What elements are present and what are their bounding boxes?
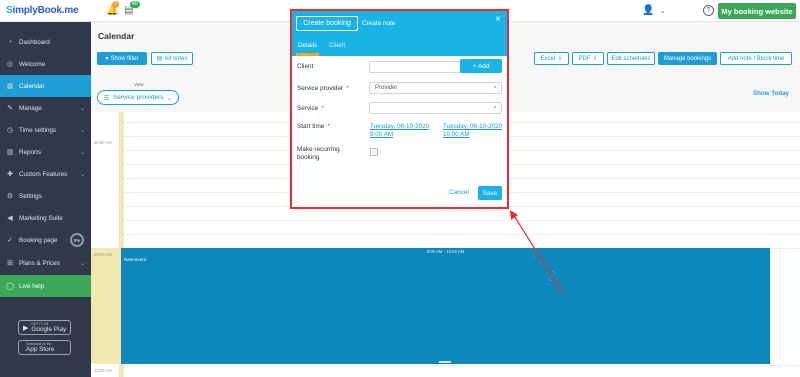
time-label: 10:00 AM <box>94 368 112 373</box>
filter-icon: ▾ <box>105 56 109 62</box>
create-booking-modal: Create booking Create note × Details Cli… <box>290 9 509 209</box>
chevron-down-icon: ⌄ <box>79 105 85 112</box>
tab-details[interactable]: Details <box>298 42 317 49</box>
tab-create-booking[interactable]: Create booking <box>296 16 358 31</box>
add-client-button[interactable]: + Add <box>460 59 502 73</box>
download-icon: ⇩ <box>557 56 563 62</box>
service-provider-select[interactable]: Provider ⌕ <box>369 82 502 94</box>
clock-icon: ◷ <box>6 127 14 134</box>
notes-icon: ▤ <box>156 56 163 62</box>
edit-schedules-button[interactable]: Edit schedules <box>607 52 655 65</box>
manage-bookings-button[interactable]: Manage bookings <box>658 52 717 65</box>
active-tab-indicator <box>296 53 319 56</box>
sidebar-item-custom-features[interactable]: ✚ Custom Features ⌄ <box>0 163 91 185</box>
notifications-badge: 1 <box>112 1 119 8</box>
service-providers-select[interactable]: ☰ Service providers ⌄ <box>97 90 179 105</box>
help-icon[interactable]: ? <box>703 5 714 16</box>
client-label: Client <box>297 63 314 70</box>
my-booking-website-button[interactable]: My booking website <box>718 3 796 19</box>
chevron-down-icon: ⌄ <box>79 149 85 156</box>
app-store-badge[interactable]: Download on the App Store <box>18 340 71 355</box>
search-icon: ⌕ <box>493 84 497 91</box>
google-play-badge[interactable]: ▶ GET IT ON Google Play <box>18 320 71 335</box>
start-time-label: Start time * <box>297 123 330 130</box>
view-label: View <box>134 82 144 87</box>
chat-icon: ◯ <box>6 283 14 290</box>
tab-create-note[interactable]: Create note <box>362 20 395 27</box>
time-label: 08:00 AM <box>94 140 112 145</box>
bell-icon[interactable]: 🔔 1 <box>106 1 119 16</box>
sidebar-item-time-settings[interactable]: ◷ Time settings ⌄ <box>0 119 91 141</box>
calendar-event[interactable]: 9:00 AM - 10:00 AM New event <box>121 248 770 364</box>
tasks-badge: 40 <box>130 1 140 8</box>
sidebar-item-welcome[interactable]: ◎ Welcome <box>0 53 91 75</box>
chevron-down-icon[interactable]: ⌄ <box>660 7 666 15</box>
dashboard-icon: ◔ <box>7 38 13 46</box>
google-play-icon: ▶ <box>23 324 29 332</box>
end-datetime-link[interactable]: Tuesday, 06-10-2020 10:00 AM <box>443 123 502 139</box>
pdf-button[interactable]: PDF ⇩ <box>572 52 604 65</box>
search-icon: ⌕ <box>493 104 497 111</box>
gear-icon: ⚙ <box>6 193 14 200</box>
excel-button[interactable]: Excel ⇩ <box>534 52 569 65</box>
tag-icon: ⊞ <box>7 260 13 267</box>
sidebar-item-calendar[interactable]: ▦ Calendar <box>0 75 91 97</box>
sidebar-item-booking-page[interactable]: ✓ Booking page 0% <box>0 229 91 251</box>
sidebar-item-dashboard[interactable]: ◔ Dashboard <box>0 31 91 53</box>
start-datetime-link[interactable]: Tuesday, 06-10-2020 9:00 AM <box>370 123 429 139</box>
clipboard-icon[interactable]: ▤ 40 <box>124 1 140 16</box>
user-icon[interactable]: 👤 <box>642 5 654 16</box>
service-label: Service * <box>297 105 324 112</box>
sidebar-item-reports[interactable]: ▥ Reports ⌄ <box>0 141 91 163</box>
close-icon[interactable]: × <box>495 14 501 25</box>
download-icon: ⇩ <box>592 56 598 62</box>
event-title: New event <box>124 257 147 262</box>
recurring-checkbox[interactable] <box>370 148 378 156</box>
megaphone-icon: ◀ <box>7 215 13 222</box>
booking-page-progress: 0% <box>70 233 84 247</box>
chevron-down-icon: ⌄ <box>166 94 173 102</box>
all-notes-button[interactable]: ▤ All notes <box>151 52 193 65</box>
sidebar-item-settings[interactable]: ⚙ Settings <box>0 185 91 207</box>
grid-line <box>120 365 800 366</box>
grid-line <box>120 220 800 221</box>
chevron-down-icon: ⌄ <box>79 127 85 134</box>
chevron-down-icon: ⌄ <box>79 171 85 178</box>
tab-client[interactable]: Client <box>329 42 345 49</box>
sidebar-item-live-help[interactable]: ◯ Live help <box>0 275 91 297</box>
sidebar: ◔ Dashboard ◎ Welcome ▦ Calendar ✎ Manage ⌄ ◷… <box>0 22 91 377</box>
wrench-icon: ✎ <box>7 105 13 112</box>
sidebar-item-manage[interactable]: ✎ Manage ⌄ <box>0 97 91 119</box>
grid-line <box>120 234 800 235</box>
calendar-icon: ▦ <box>6 83 14 90</box>
welcome-icon: ◎ <box>6 61 14 68</box>
event-time: 9:00 AM - 10:00 AM <box>426 249 465 254</box>
service-provider-label: Service provider * <box>297 85 349 92</box>
thumbs-up-icon: ✓ <box>7 237 13 244</box>
sidebar-item-plans-prices[interactable]: ⊞ Plans & Prices ⌄ <box>0 252 91 274</box>
puzzle-icon: ✚ <box>7 171 13 178</box>
show-today-link[interactable]: Show Today <box>753 90 789 97</box>
time-label: 09:00 AM <box>94 252 112 257</box>
modal-header: Create booking Create note × Details Cli… <box>292 11 507 56</box>
save-button[interactable]: Save <box>478 186 502 200</box>
resize-handle[interactable] <box>439 361 451 363</box>
add-note-block-time-button[interactable]: Add note / Block time <box>720 52 792 65</box>
unavailable-slot <box>91 248 120 364</box>
chart-icon: ▥ <box>6 149 14 156</box>
page-title: Calendar <box>98 31 135 41</box>
list-icon: ☰ <box>103 94 110 102</box>
time-column: 08:00 AM 09:00 AM 10:00 AM <box>91 112 120 377</box>
recurring-label: Make recurring booking <box>297 146 340 161</box>
show-filter-button[interactable]: ▾ Show filter <box>97 52 147 65</box>
cancel-button[interactable]: Cancel <box>449 189 469 196</box>
service-select[interactable]: ⌕ <box>369 102 502 114</box>
logo[interactable]: SimplyBook.me <box>6 5 79 16</box>
chevron-down-icon: ⌄ <box>79 260 85 267</box>
sidebar-item-marketing-suite[interactable]: ◀ Marketing Suite <box>0 207 91 229</box>
